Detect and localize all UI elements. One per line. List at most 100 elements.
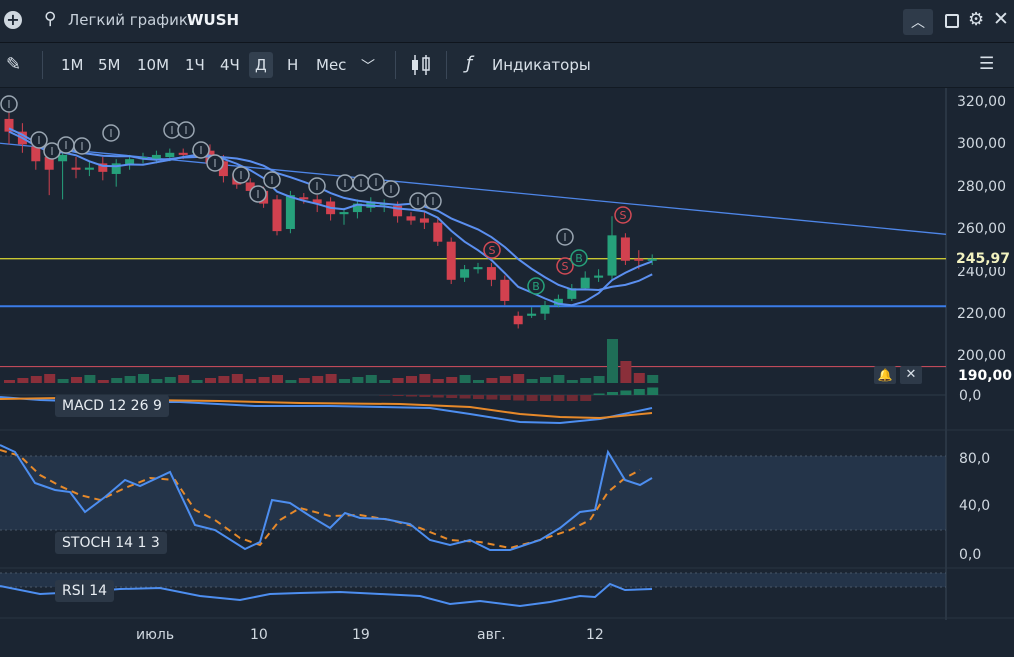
volume-bar [647,375,659,383]
buy-marker-text: B [575,252,583,265]
info-marker-text: I [80,140,83,153]
info-marker-text: I [213,157,216,170]
macd-tick: 0,0 [959,388,982,404]
volume-bar [191,380,203,383]
info-marker-text: I [315,180,318,193]
sell-marker-text: S [620,209,627,222]
candle [500,279,510,301]
macd-histogram-bar [379,395,391,396]
current-price-label: 245,97 [956,251,1011,267]
candle [513,315,523,325]
time-label: 19 [352,627,370,643]
macd-histogram-bar [392,395,404,396]
candle [406,216,416,221]
candle [272,199,282,232]
macd-histogram-bar [419,395,431,397]
time-label: 12 [586,627,604,643]
volume-bar [218,376,230,383]
candle [473,267,483,270]
price-tick: 300,00 [957,136,1006,152]
stoch-label[interactable]: STOCH 14 1 3 [55,532,167,554]
macd-histogram-bar [647,387,659,395]
volume-bar [593,376,605,383]
volume-bar [151,379,163,383]
candle [647,258,657,261]
candle [634,258,644,261]
info-marker-text: I [50,145,53,158]
volume-bar [164,377,176,383]
price-tick: 200,00 [957,348,1006,364]
time-label: 10 [250,627,268,643]
macd-histogram-bar [553,395,565,401]
volume-bar [178,375,190,383]
macd-histogram-bar [540,395,551,401]
candle [620,237,630,261]
candle [540,305,550,314]
macd-histogram-bar [566,395,578,401]
info-marker-text: I [343,177,346,190]
volume-bar [97,380,109,383]
stoch-tick: 40,0 [959,498,991,514]
candle [178,152,188,155]
stoch-tick: 80,0 [959,451,991,467]
time-label: июль [136,627,175,643]
volume-bar [406,376,417,383]
time-label: авг. [477,627,506,643]
volume-bar [499,376,511,383]
info-marker-text: I [256,188,259,201]
macd-histogram-bar [633,389,645,395]
stoch-tick: 0,0 [959,547,982,563]
macd-histogram-bar [486,395,498,400]
rsi-band [0,573,946,587]
volume-bar [566,380,578,383]
volume-bar [513,374,525,383]
remove-alert-icon[interactable]: ✕ [900,366,922,384]
info-marker-text: I [64,139,67,152]
candle [527,313,537,316]
candle [594,275,604,278]
volume-bar [4,380,15,383]
volume-bar [553,375,565,383]
volume-bar [245,379,257,383]
volume-bar [432,379,444,383]
candle [84,167,94,170]
volume-bar [258,377,270,383]
price-tick: 220,00 [957,306,1006,322]
volume-bar [111,378,123,383]
volume-bar [71,377,82,383]
macd-histogram-bar [499,395,511,400]
price-tick: 280,00 [957,179,1006,195]
macd-histogram-bar [446,395,458,398]
volume-bar [312,376,324,383]
buy-marker-text: B [532,280,540,293]
volume-bar [446,377,458,383]
price-tick: 260,00 [957,221,1006,237]
info-marker-text: I [170,124,173,137]
volume-bar [540,377,551,383]
volume-bar [392,378,404,383]
sell-marker-text: S [562,260,569,273]
info-marker-text: I [184,124,187,137]
volume-bar [580,378,592,383]
sell-marker-text: S [489,244,496,257]
volume-bar [620,361,632,383]
candle [339,212,349,215]
volume-bar [365,375,377,383]
info-marker-text: I [563,231,566,244]
macd-label[interactable]: MACD 12 26 9 [55,395,169,417]
volume-bar [272,375,283,383]
macd-histogram-bar [459,395,471,399]
volume-bar [84,375,96,383]
price-chart[interactable]: III I II I IIIIII I I I III IISSSBB [0,0,1014,657]
info-marker-text: I [359,177,362,190]
info-marker-text: I [389,183,392,196]
candle [486,267,496,280]
bell-icon[interactable]: 🔔 [874,366,896,384]
candle [58,154,68,162]
candle [151,154,161,160]
alert-price-label: 190,00 [958,368,1013,384]
price-tick: 320,00 [957,94,1006,110]
rsi-label[interactable]: RSI 14 [55,580,115,602]
candle [71,167,81,170]
macd-histogram-bar [580,395,592,401]
